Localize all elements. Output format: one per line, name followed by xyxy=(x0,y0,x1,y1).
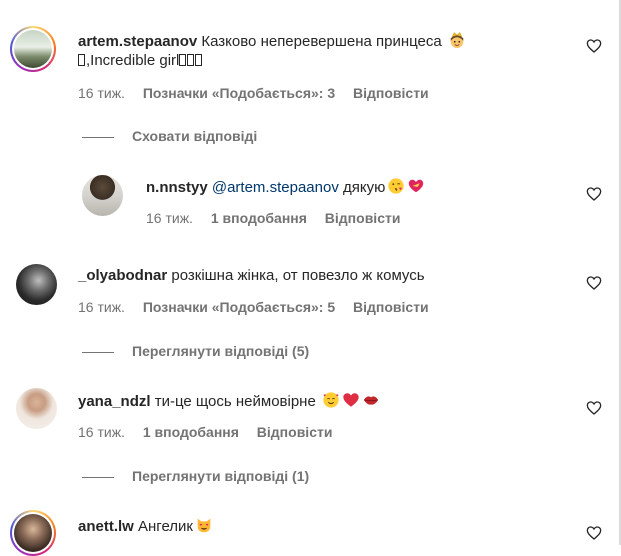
missing-glyph-icon xyxy=(187,54,195,66)
comment-text: yana_ndzl ти-це щось неймовірне xyxy=(78,391,380,412)
reply-meta: 16 тиж. 1 вподобання Відповісти xyxy=(146,209,414,227)
comment-time[interactable]: 16 тиж. xyxy=(78,299,125,315)
comment-likes[interactable]: 1 вподобання xyxy=(143,424,239,440)
avatar xyxy=(14,30,52,68)
comment-username[interactable]: yana_ndzl xyxy=(78,393,151,410)
mention-link[interactable]: @artem.stepaanov xyxy=(212,179,339,196)
lips-emoji xyxy=(363,396,379,405)
cat-heart-eyes-emoji xyxy=(197,518,211,533)
comment-username[interactable]: _olyabodnar xyxy=(78,267,167,284)
divider-dash xyxy=(82,476,114,478)
view-replies-label: Переглянути відповіді (1) xyxy=(132,468,310,484)
reply-body: дякую xyxy=(343,179,386,196)
comment-text: _olyabodnar розкішна жінка, от повезло ж… xyxy=(78,266,425,286)
kiss-face-emoji xyxy=(388,178,405,194)
comment-text: artem.stepaanov Казково неперевершена пр… xyxy=(78,31,466,52)
comment-username[interactable]: anett.lw xyxy=(78,518,134,535)
missing-glyph-icon xyxy=(78,54,85,66)
divider-dash xyxy=(82,351,114,353)
comment-body: розкішна жінка, от повезло ж комусь xyxy=(171,267,425,284)
like-heart-icon[interactable] xyxy=(586,400,602,416)
avatar-story-ring[interactable] xyxy=(10,26,56,72)
princess-emoji xyxy=(450,32,464,49)
comment-time[interactable]: 16 тиж. xyxy=(78,85,125,101)
comment-meta: 16 тиж. 1 вподобання Відповісти xyxy=(78,423,346,441)
heart-ribbon-emoji xyxy=(409,179,424,193)
reply-button[interactable]: Відповісти xyxy=(353,299,429,315)
reply-likes[interactable]: 1 вподобання xyxy=(211,210,307,226)
red-heart-emoji xyxy=(343,393,359,407)
avatar[interactable] xyxy=(16,388,57,429)
hide-replies-button[interactable]: Сховати відповіді xyxy=(82,127,257,145)
view-replies-button[interactable]: Переглянути відповіді (5) xyxy=(82,342,309,360)
comment-likes[interactable]: Позначки «Подобається»: 3 xyxy=(143,85,335,101)
avatar[interactable] xyxy=(82,175,123,216)
reply-button[interactable]: Відповісти xyxy=(325,210,401,226)
reply-text: n.nnstyy @artem.stepaanov дякую xyxy=(146,177,425,198)
like-heart-icon[interactable] xyxy=(586,525,602,541)
reply-time[interactable]: 16 тиж. xyxy=(146,210,193,226)
view-replies-label: Переглянути відповіді (5) xyxy=(132,343,310,359)
like-heart-icon[interactable] xyxy=(586,186,602,202)
hide-replies-label: Сховати відповіді xyxy=(132,128,258,144)
missing-glyph-icon xyxy=(179,54,187,66)
view-replies-button[interactable]: Переглянути відповіді (1) xyxy=(82,467,309,485)
divider-dash xyxy=(82,136,114,138)
like-heart-icon[interactable] xyxy=(586,38,602,54)
comment-text: anett.lw Ангелик xyxy=(78,516,213,537)
comment-meta: 16 тиж. Позначки «Подобається»: 5 Відпов… xyxy=(78,298,443,316)
missing-glyph-icon xyxy=(195,54,203,66)
smiling-hearts-emoji xyxy=(323,392,339,408)
like-heart-icon[interactable] xyxy=(586,275,602,291)
reply-button[interactable]: Відповісти xyxy=(257,424,333,440)
reply-username[interactable]: n.nnstyy xyxy=(146,179,208,196)
comment-username[interactable]: artem.stepaanov xyxy=(78,33,197,50)
comment-text-continued: ,Incredible girl xyxy=(78,51,203,71)
comment-meta: 16 тиж. Позначки «Подобається»: 3 Відпов… xyxy=(78,84,443,102)
comment-time[interactable]: 16 тиж. xyxy=(78,424,125,440)
reply-button[interactable]: Відповісти xyxy=(353,85,429,101)
avatar xyxy=(14,514,52,552)
comment-body: Казково неперевершена принцеса xyxy=(201,33,442,50)
comment-body: Ангелик xyxy=(138,518,193,535)
comment-body-line2: ,Incredible girl xyxy=(86,52,180,69)
comment-body: ти-це щось неймовірне xyxy=(154,393,316,410)
avatar-story-ring[interactable] xyxy=(10,510,56,556)
avatar[interactable] xyxy=(16,264,57,305)
comment-likes[interactable]: Позначки «Подобається»: 5 xyxy=(143,299,335,315)
